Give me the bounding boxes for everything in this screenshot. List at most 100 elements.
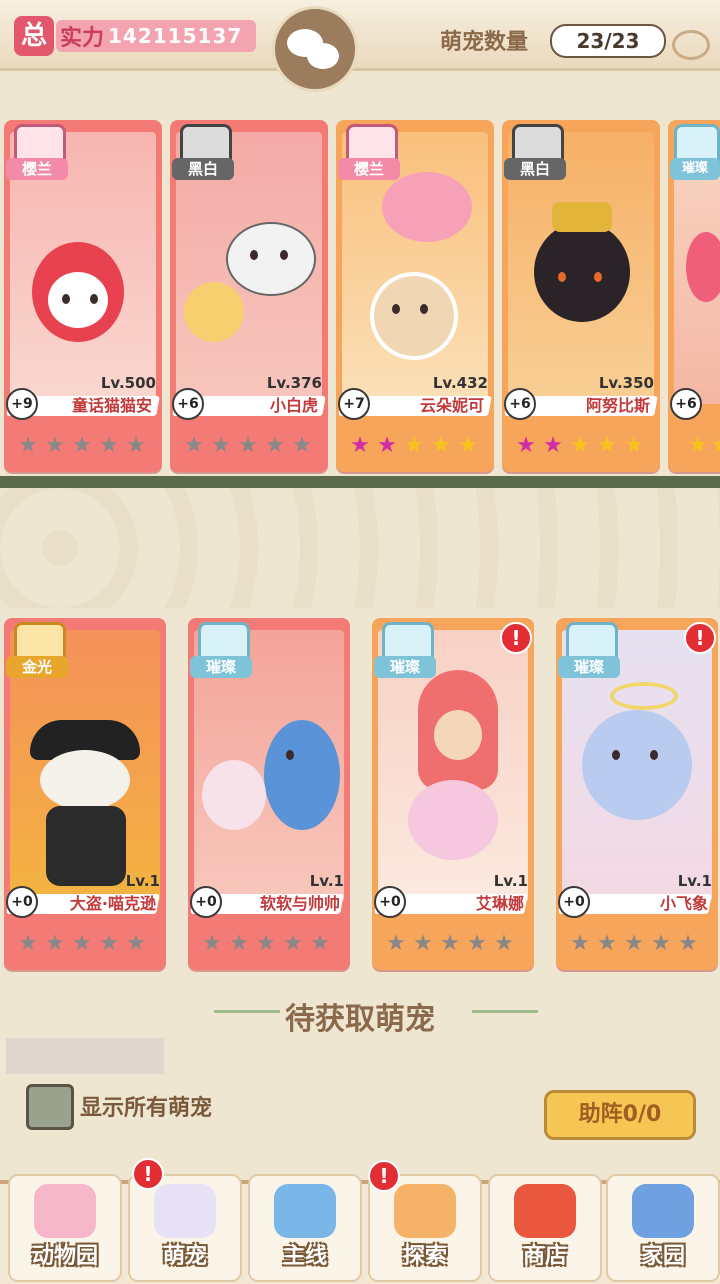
star-rating: ★ ★ ★ ★ ★ (384, 932, 524, 958)
star-icon: ★ (413, 931, 433, 956)
star-icon: ★ (292, 433, 312, 458)
nav-tab-zoo[interactable]: 动物园 (8, 1174, 122, 1282)
pet-name: 童话猫猫安 (71, 396, 152, 415)
leaf-decoration-icon (472, 1010, 538, 1013)
rarity-badge: 樱兰 (6, 124, 68, 184)
pet-name: 艾琳娜 (475, 894, 524, 913)
star-icon: ★ (651, 931, 671, 956)
star-icon: ★ (624, 931, 644, 956)
star-icon: ★ (570, 931, 590, 956)
explore-cat-icon (394, 1184, 456, 1238)
background-pattern (0, 488, 720, 608)
zoo-icon (34, 1184, 96, 1238)
star-icon: ★ (570, 433, 590, 458)
alert-icon: ! (684, 622, 716, 654)
show-all-label[interactable]: 显示所有萌宠 (80, 1090, 212, 1122)
shelf-divider (0, 476, 720, 488)
enhance-level: +0 (190, 886, 222, 918)
rarity-badge: 黑白 (172, 124, 234, 184)
star-icon: ★ (597, 433, 617, 458)
pets-icon (154, 1184, 216, 1238)
top-bar: 总 实力 142115137 萌宠数量 23/23 (0, 0, 720, 92)
bottom-nav: 动物园 萌宠 主线 探索 商店 家园 ! ! (0, 1150, 720, 1284)
show-all-checkbox[interactable] (26, 1084, 74, 1130)
star-rating: ★ ★ ★ ★ ★ (348, 434, 488, 460)
nav-tab-home[interactable]: 家园 (606, 1174, 720, 1282)
power-value: 142115137 (108, 24, 243, 48)
star-rating: ★★ (688, 434, 720, 460)
pet-card[interactable]: 璀璨 +6 ★★ (668, 120, 720, 472)
pet-name: 小飞象 (659, 894, 708, 913)
pet-level: Lv.1 (125, 872, 160, 890)
pet-card[interactable]: 金光 +0 Lv.1 大盗·喵克逊 ★ ★ ★ ★ ★ (4, 618, 166, 970)
star-icon: ★ (99, 931, 119, 956)
star-icon: ★ (45, 931, 65, 956)
pet-name: 阿努比斯 (585, 396, 650, 415)
pet-count-value: 23/23 (550, 24, 666, 58)
star-icon: ★ (404, 433, 424, 458)
nav-tab-shop[interactable]: 商店 (488, 1174, 602, 1282)
pet-name: 云朵妮可 (419, 396, 484, 415)
power-label: 实力 (60, 26, 105, 51)
pet-card[interactable]: 璀璨 +0 Lv.1 软软与帅帅 ★ ★ ★ ★ ★ (188, 618, 350, 970)
star-icon: ★ (624, 433, 644, 458)
star-icon: ★ (126, 433, 146, 458)
star-icon: ★ (386, 931, 406, 956)
paw-task-icon (274, 1184, 336, 1238)
pet-card[interactable]: 樱兰 +9 Lv.500 童话猫猫安 ★ ★ ★ ★ ★ (4, 120, 162, 472)
pet-level: Lv.1 (309, 872, 344, 890)
star-icon: ★ (265, 433, 285, 458)
star-icon: ★ (458, 433, 478, 458)
pet-card[interactable]: 黑白 +6 Lv.350 阿努比斯 ★ ★ ★ ★ ★ (502, 120, 660, 472)
enhance-level: +0 (374, 886, 406, 918)
star-icon: ★ (256, 931, 276, 956)
star-icon: ★ (184, 433, 204, 458)
section-title: 待获取萌宠 (285, 1002, 435, 1037)
star-icon: ★ (516, 433, 536, 458)
star-icon: ★ (377, 433, 397, 458)
star-icon: ★ (99, 433, 119, 458)
pet-card[interactable]: 樱兰 +7 Lv.432 云朵妮可 ★ ★ ★ ★ ★ (336, 120, 494, 472)
pet-card[interactable]: 璀璨 +0 Lv.1 艾琳娜 ★ ★ ★ ★ ★ ! (372, 618, 534, 970)
pet-level: Lv.1 (493, 872, 528, 890)
star-icon: ★ (18, 931, 38, 956)
enhance-level: +6 (504, 388, 536, 420)
pet-card[interactable]: 璀璨 +0 Lv.1 小飞象 ★ ★ ★ ★ ★ ! (556, 618, 718, 970)
alert-icon: ! (500, 622, 532, 654)
star-icon: ★ (678, 931, 698, 956)
pet-name: 大盗·喵克逊 (69, 894, 156, 913)
nav-tab-main-quest[interactable]: 主线 (248, 1174, 362, 1282)
rarity-badge: 黑白 (504, 124, 566, 184)
star-icon: ★ (543, 433, 563, 458)
star-icon: ★ (229, 931, 249, 956)
pet-card[interactable]: 黑白 +6 Lv.376 小白虎 ★ ★ ★ ★ ★ (170, 120, 328, 472)
rarity-badge: 璀璨 (670, 124, 720, 184)
star-icon: ★ (283, 931, 303, 956)
total-badge: 总 (14, 16, 54, 56)
star-icon: ★ (440, 931, 460, 956)
blurred-area (6, 1038, 164, 1074)
power-display: 实力 142115137 (56, 20, 256, 52)
enhance-level: +0 (558, 886, 590, 918)
pet-level: Lv.1 (677, 872, 712, 890)
pet-level: Lv.350 (598, 374, 654, 392)
star-icon: ★ (688, 434, 708, 458)
enhance-level: +6 (172, 388, 204, 420)
assist-button[interactable]: 助阵0/0 (544, 1090, 696, 1140)
rarity-badge: 金光 (6, 622, 68, 682)
star-icon: ★ (431, 433, 451, 458)
star-rating: ★ ★ ★ ★ ★ (16, 932, 156, 958)
star-icon: ★ (72, 931, 92, 956)
rarity-badge: 樱兰 (338, 124, 400, 184)
pet-level: Lv.500 (100, 374, 156, 392)
alert-icon: ! (368, 1160, 400, 1192)
nav-tab-pets[interactable]: 萌宠 (128, 1174, 242, 1282)
pet-count-label: 萌宠数量 (440, 30, 529, 55)
star-icon: ★ (126, 931, 146, 956)
star-icon: ★ (494, 931, 514, 956)
chat-icon[interactable] (272, 6, 358, 92)
pet-name: 小白虎 (269, 396, 318, 415)
star-icon: ★ (350, 433, 370, 458)
star-icon: ★ (211, 433, 231, 458)
star-rating: ★ ★ ★ ★ ★ (200, 932, 340, 958)
